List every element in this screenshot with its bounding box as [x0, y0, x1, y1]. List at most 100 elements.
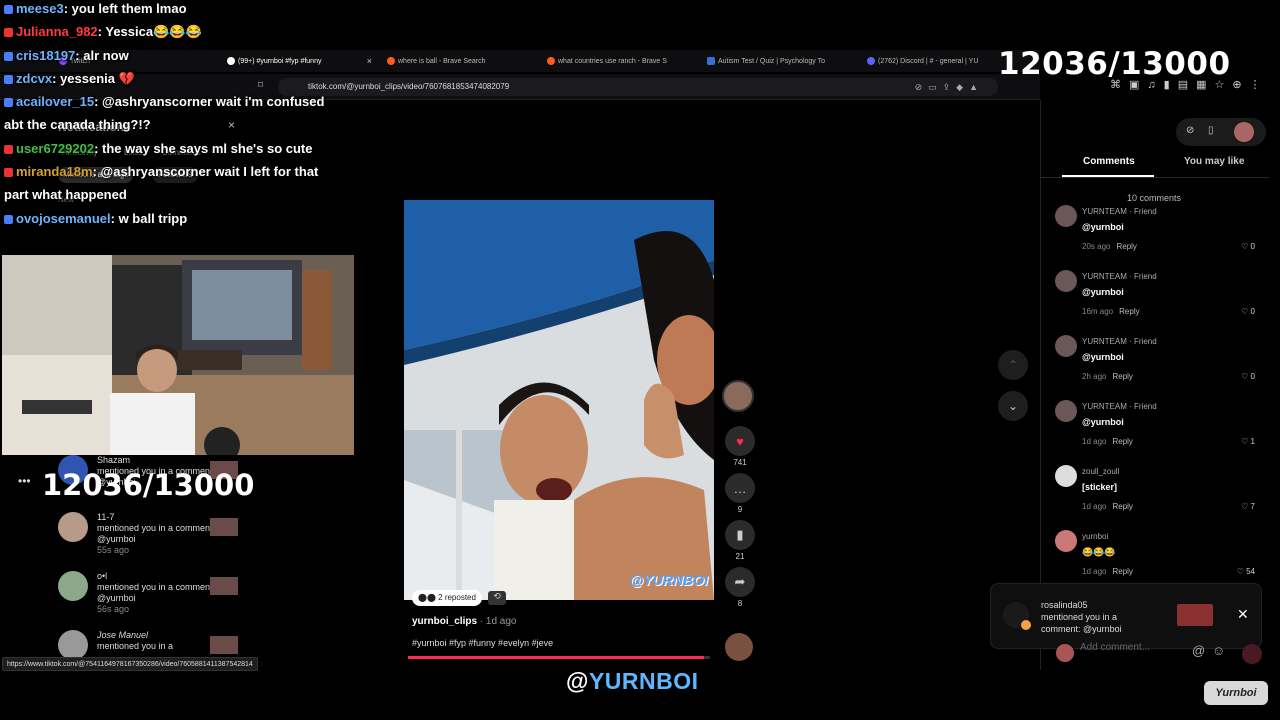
notification-toast[interactable]: rosalinda05 mentioned you in a comment: … [990, 583, 1262, 649]
avatar[interactable] [1055, 205, 1077, 227]
toast-username: rosalinda05 [1041, 600, 1088, 610]
notification-item[interactable]: 11-7 mentioned you in a comment: @yurnboi… [58, 512, 248, 556]
video-thumbnail [1177, 604, 1213, 626]
notification-item[interactable]: o•l mentioned you in a comment: @yurnboi 5… [58, 571, 248, 615]
avatar [58, 512, 88, 542]
video-progress-bar[interactable] [408, 656, 710, 659]
tab-you-may-like[interactable]: You may like [1184, 156, 1244, 167]
sub-badge-icon [4, 144, 13, 154]
avatar[interactable] [1055, 400, 1077, 422]
chat-message: Julianna_982: Yessica😂😂😂 [4, 20, 344, 43]
share-icon[interactable]: ➦ [725, 567, 755, 597]
avatar [58, 630, 88, 660]
repost-pill[interactable]: ⬤⬤ 2 reposted [412, 590, 482, 606]
comment-icon[interactable]: … [725, 473, 755, 503]
tab-brave-search-1[interactable]: where is ball - Brave Search [386, 53, 526, 70]
avatar[interactable] [1055, 335, 1077, 357]
repost-icon[interactable]: ⟲ [488, 591, 506, 605]
mention-badge-icon [1021, 620, 1031, 630]
close-icon[interactable]: ✕ [1237, 606, 1249, 623]
comment-item: YURNTEAM · Friend @yurnboi 1d ago Reply ♡… [1055, 400, 1255, 460]
reply-button[interactable]: Reply [1116, 242, 1136, 251]
comment-like-button[interactable]: ♡ 1 [1241, 437, 1255, 446]
address-bar-icons[interactable]: ⊘▭⇪◆▲ [915, 82, 984, 93]
emoji-icon[interactable]: ☺ [1212, 643, 1225, 658]
comment-item: YURNTEAM · Friend @yurnboi 2h ago Reply ♡… [1055, 335, 1255, 395]
next-video-button[interactable]: ⌄ [998, 391, 1028, 421]
video-thumbnail [210, 518, 238, 536]
comment-item: YURNTEAM · Friend @yurnboi 20s ago Reply … [1055, 205, 1255, 265]
psychology-today-icon [707, 57, 715, 65]
tab-autism-test[interactable]: Autism Test / Quiz | Psychology To [706, 53, 848, 70]
webcam-image [2, 255, 354, 455]
avatar [1056, 644, 1074, 662]
video-progress-fill [408, 656, 704, 659]
bookmark-icon[interactable]: ▮ [725, 520, 755, 550]
sub-badge-icon [4, 28, 13, 38]
channel-logo: Yurnboi [1204, 681, 1268, 705]
link-status-bar: https://www.tiktok.com/@7541164978167350… [2, 657, 258, 671]
reply-button[interactable]: Reply [1112, 502, 1132, 511]
tab-comments[interactable]: Comments [1083, 156, 1135, 167]
video-watermark: @YURNBOI [629, 572, 708, 588]
comment-like-button[interactable]: ♡ 0 [1241, 307, 1255, 316]
comment-count-label: 10 comments [1127, 193, 1182, 203]
comment-item: YURNTEAM · Friend @yurnboi 16m ago Reply … [1055, 270, 1255, 330]
avatar[interactable] [1055, 270, 1077, 292]
save-count: 21 [735, 552, 745, 561]
reply-button[interactable]: Reply [1112, 437, 1132, 446]
close-tab-icon[interactable]: × [367, 53, 372, 70]
previous-video-button[interactable]: ⌃ [998, 350, 1028, 380]
embed-icon[interactable]: ⊘ [1186, 125, 1194, 136]
address-bar[interactable]: tiktok.com/@yurnboi_clips/video/76076818… [278, 78, 998, 96]
reply-button[interactable]: Reply [1112, 567, 1132, 576]
creator-avatar[interactable] [722, 380, 754, 412]
brave-icon [387, 57, 395, 65]
sub-badge-icon [4, 214, 13, 224]
chat-message: miranda18m: @ashryanscorner wait I left … [4, 164, 319, 203]
sub-badge-icon [4, 74, 13, 84]
video-player[interactable]: @YURNBOI [404, 200, 714, 600]
brave-icon [547, 57, 555, 65]
comment-like-button[interactable]: ♡ 0 [1241, 242, 1255, 251]
sub-badge-icon [4, 168, 13, 178]
chat-message: meese3: you left them lmao [4, 0, 344, 20]
chat-message: zdcvx: yessenia 💔 [4, 67, 344, 90]
comment-item: zoull_zoull [sticker] 1d ago Reply ♡ 7 [1055, 465, 1255, 525]
sub-badge-icon [4, 98, 13, 108]
device-icon[interactable]: ▯ [1208, 125, 1214, 136]
comment-item: yurnboi 😂😂😂 1d ago Reply ♡ 54 [1055, 530, 1255, 590]
avatar [58, 571, 88, 601]
comment-like-button[interactable]: ♡ 54 [1237, 567, 1255, 576]
video-caption[interactable]: #yurnboi #fyp #funny #evelyn #jeve [412, 638, 553, 648]
reply-button[interactable]: Reply [1112, 372, 1132, 381]
profile-avatar[interactable] [1234, 122, 1254, 142]
avatar[interactable] [1055, 530, 1077, 552]
chat-message: acailover_15: @ashryanscorner wait i'm c… [4, 94, 325, 133]
webcam-feed [2, 255, 354, 455]
sub-badge-icon [4, 5, 13, 14]
chat-message: ovojosemanuel: w ball tripp [4, 207, 344, 230]
channel-handle: @YURNBOI [566, 668, 699, 694]
reply-button[interactable]: Reply [1119, 307, 1139, 316]
goal-counter: 12036/13000 [42, 468, 255, 502]
send-button[interactable] [1242, 644, 1262, 664]
tab-brave-search-2[interactable]: what countries use ranch - Brave S [546, 53, 686, 70]
comment-like-button[interactable]: ♡ 0 [1241, 372, 1255, 381]
sub-badge-icon [4, 51, 13, 61]
avatar[interactable] [1055, 465, 1077, 487]
video-actions: ♥ 741 … 9 ▮ 21 ➦ 8 [722, 420, 758, 608]
more-icon[interactable]: ••• [18, 474, 31, 488]
mention-icon[interactable]: @ [1192, 643, 1205, 658]
chat-message: user6729202: the way she says ml she's s… [4, 137, 344, 160]
comment-like-button[interactable]: ♡ 7 [1241, 502, 1255, 511]
like-heart-icon[interactable]: ♥ [725, 426, 755, 456]
divider [1041, 177, 1269, 178]
music-disc-icon[interactable] [725, 633, 753, 661]
panel-top-actions: ⊘ ▯ [1176, 118, 1266, 146]
like-count: 741 [733, 458, 747, 467]
video-thumbnail [210, 636, 238, 654]
author-name[interactable]: yurnboi_clips [412, 616, 477, 627]
goal-counter-top: 12036/13000 [998, 46, 1231, 82]
tab-discord[interactable]: (2762) Discord | # - general | YU [866, 53, 1016, 70]
